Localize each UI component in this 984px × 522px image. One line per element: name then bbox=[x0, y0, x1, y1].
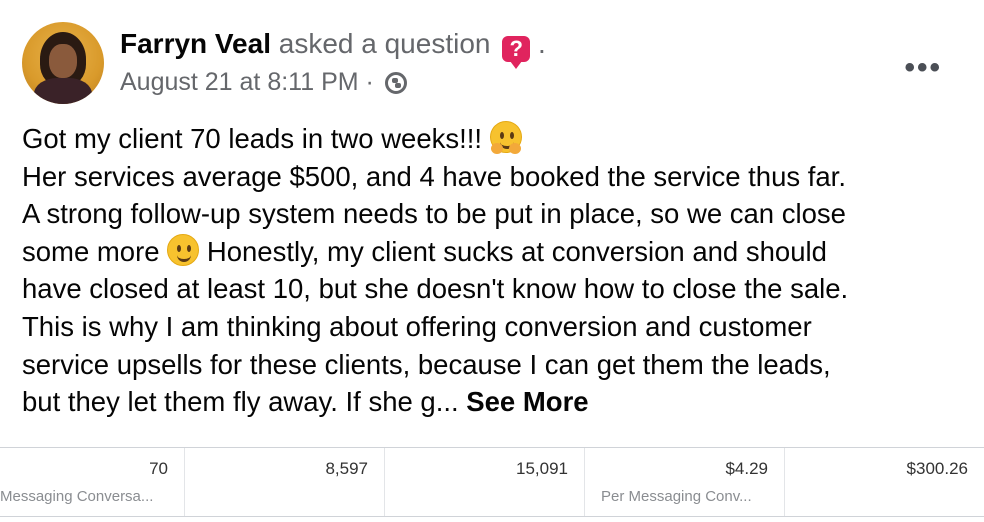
post-line: have closed at least 10, but she doesn't… bbox=[22, 273, 849, 305]
stat-label: Per Messaging Conv... bbox=[601, 488, 752, 505]
post-line: some more Honestly, my client sucks at c… bbox=[22, 233, 827, 267]
hugging-face-emoji-icon bbox=[489, 121, 522, 154]
post-line: Got my client 70 leads in two weeks!!! bbox=[22, 120, 972, 158]
question-icon: ? bbox=[502, 36, 531, 69]
more-options-button[interactable]: ••• bbox=[904, 53, 942, 83]
author-name[interactable]: Farryn Veal bbox=[120, 28, 271, 59]
author-line: Farryn Veal asked a question ? . bbox=[120, 26, 546, 69]
stat-cell-amount-spent: $300.26 bbox=[785, 448, 984, 516]
post-date[interactable]: August 21 at 8:11 PM bbox=[120, 68, 359, 96]
slightly-smiling-face-emoji-icon bbox=[167, 233, 200, 266]
separator-dot: · bbox=[365, 68, 374, 96]
stat-value: $300.26 bbox=[906, 459, 968, 478]
stat-cell-cost-per-result: $4.29 Per Messaging Conv... bbox=[585, 448, 785, 516]
stat-value: $4.29 bbox=[725, 459, 768, 478]
stat-cell-reach: 8,597 bbox=[185, 448, 385, 516]
post-line: A strong follow-up system needs to be pu… bbox=[22, 198, 846, 230]
stat-value: 8,597 bbox=[325, 459, 368, 478]
avatar[interactable] bbox=[22, 22, 104, 104]
stat-value: 70 bbox=[149, 459, 168, 478]
trailing-dot: . bbox=[538, 28, 546, 59]
post-action: asked a question bbox=[278, 28, 491, 59]
post-line: service upsells for these clients, becau… bbox=[22, 348, 831, 380]
timestamp-line: August 21 at 8:11 PM · bbox=[120, 66, 407, 98]
ads-stats-row: 70 Messaging Conversa... 8,597 15,091 $4… bbox=[0, 447, 984, 517]
post-line: Her services average $500, and 4 have bo… bbox=[22, 160, 846, 192]
stat-label: Messaging Conversa... bbox=[0, 488, 154, 505]
globe-icon[interactable] bbox=[384, 72, 407, 94]
stat-value: 15,091 bbox=[516, 459, 568, 478]
stat-cell-results: 70 Messaging Conversa... bbox=[0, 448, 185, 516]
post-header: Farryn Veal asked a question ? . August … bbox=[22, 22, 962, 106]
post-line: This is why I am thinking about offering… bbox=[22, 310, 812, 342]
see-more-link[interactable]: See More bbox=[466, 386, 588, 417]
post-line: but they let them fly away. If she g... … bbox=[22, 386, 589, 418]
stat-cell-impressions: 15,091 bbox=[385, 448, 585, 516]
post-body: Got my client 70 leads in two weeks!!! H… bbox=[22, 120, 972, 421]
